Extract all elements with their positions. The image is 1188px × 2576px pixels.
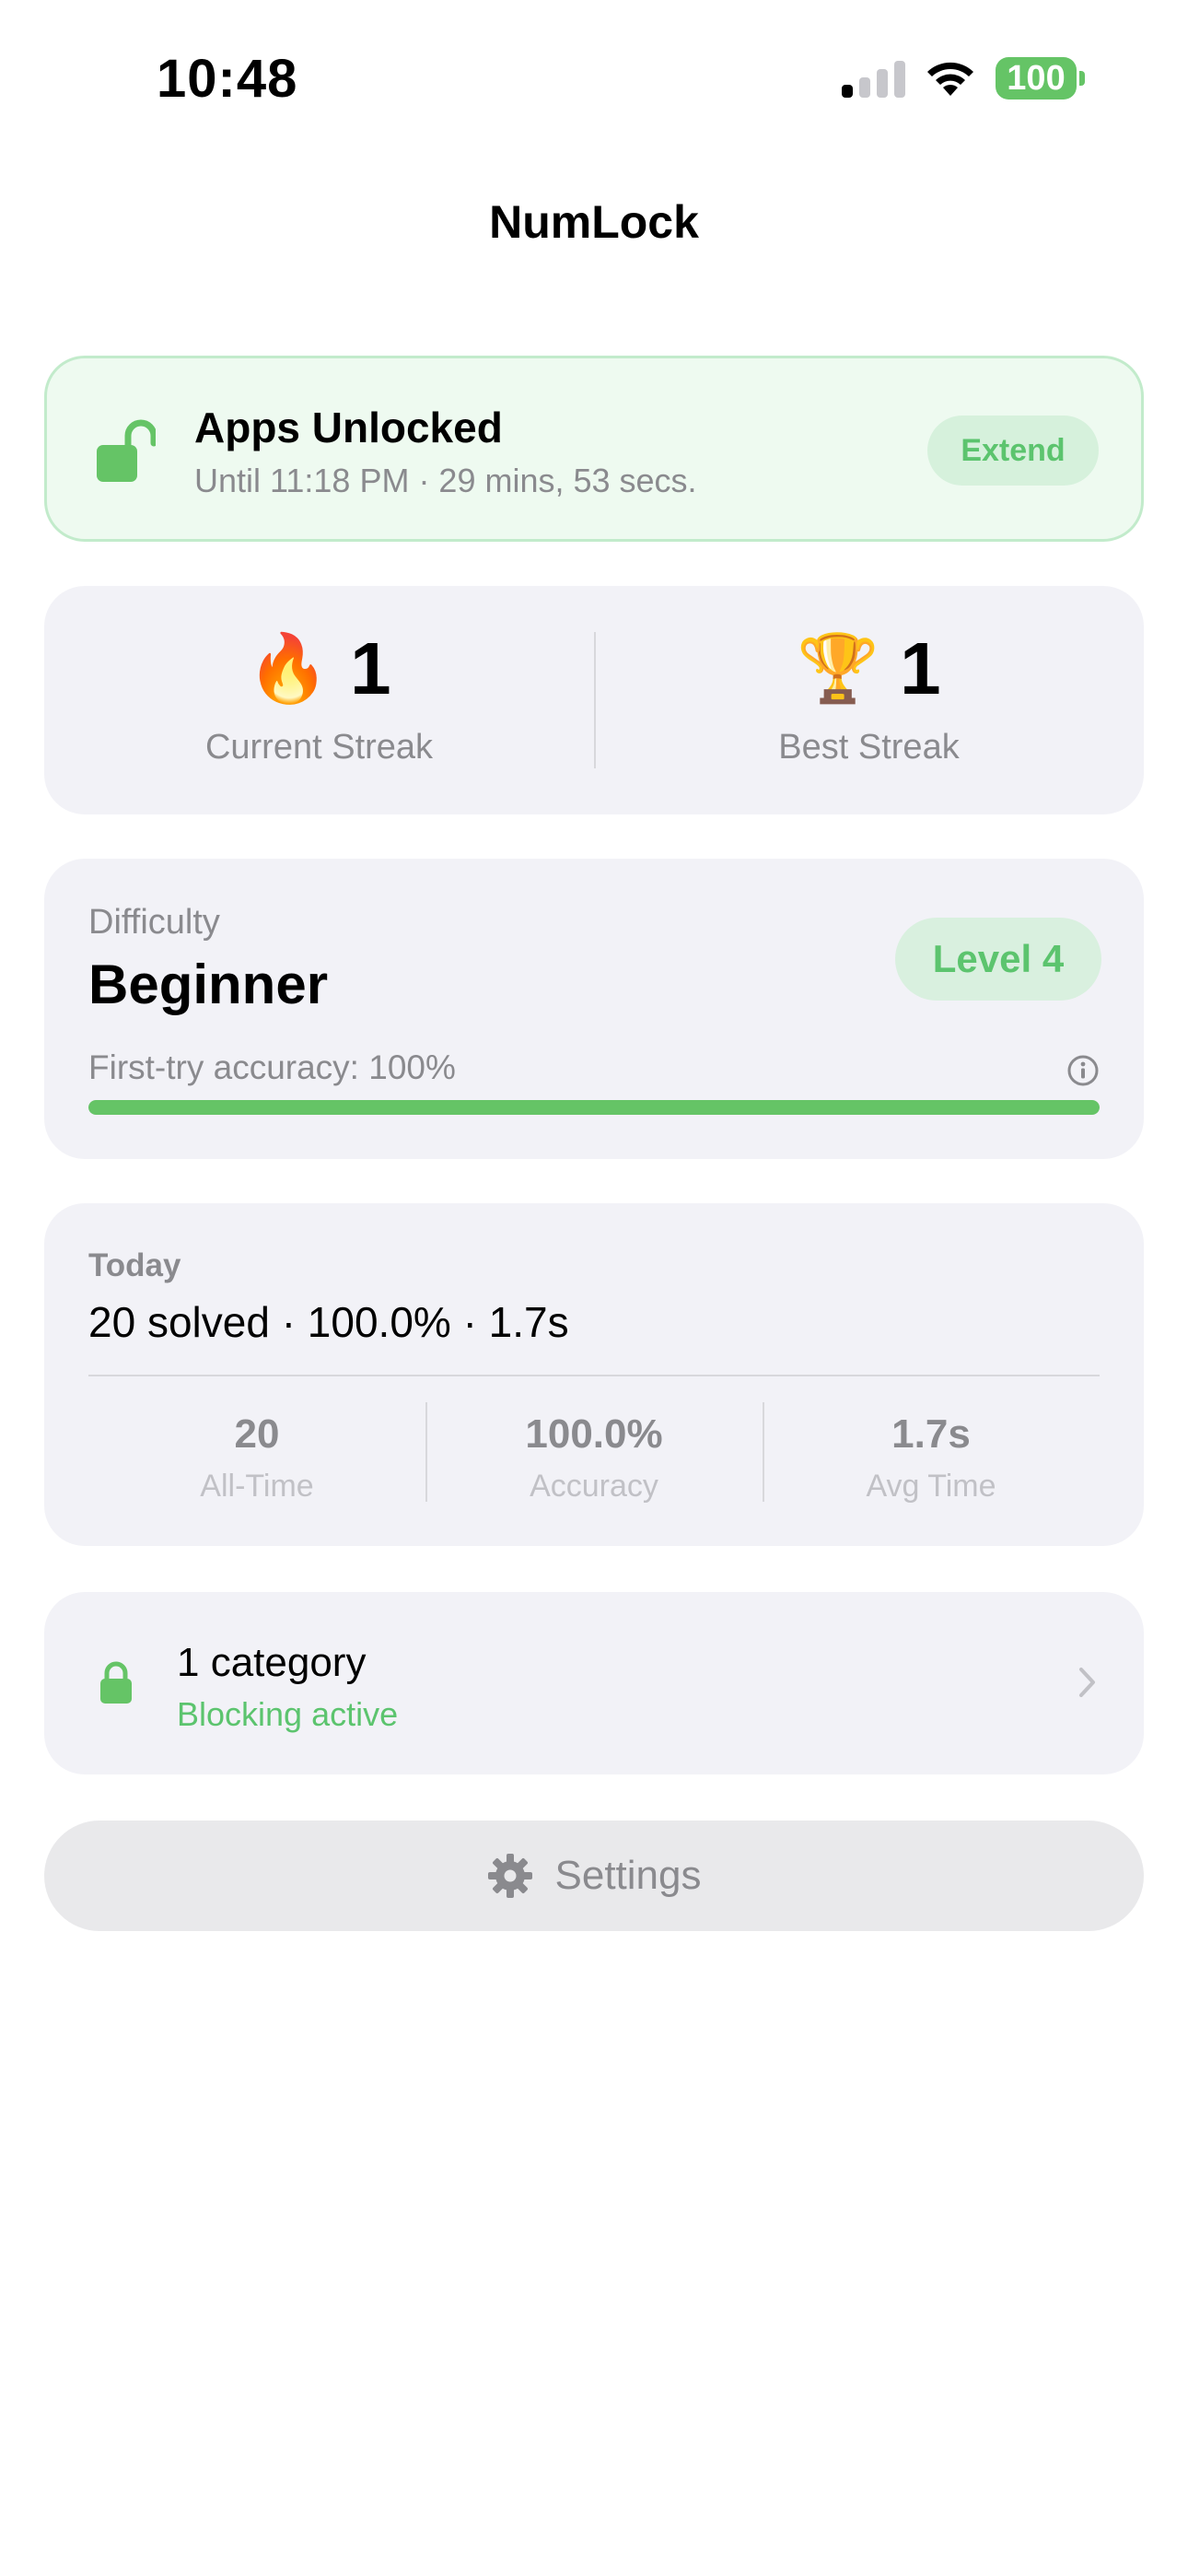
accuracy-progress-bar	[88, 1100, 1100, 1115]
stat-accuracy: 100.0% Accuracy	[425, 1402, 763, 1504]
stat-all-time: 20 All-Time	[88, 1402, 425, 1504]
fire-icon: 🔥	[247, 632, 331, 706]
status-bar: 10:48 100	[0, 0, 1188, 157]
wifi-icon	[927, 62, 973, 96]
today-stats-card: Today 20 solved · 100.0% · 1.7s 20 All-T…	[44, 1203, 1144, 1546]
stat-label: Avg Time	[866, 1469, 996, 1504]
blocked-category-row[interactable]: 1 category Blocking active	[44, 1592, 1144, 1774]
settings-label: Settings	[554, 1853, 702, 1898]
stat-avg-time: 1.7s Avg Time	[763, 1402, 1100, 1504]
category-count: 1 category	[177, 1640, 367, 1685]
best-streak: 🏆 1 Best Streak	[594, 586, 1144, 814]
chevron-right-icon	[1079, 1668, 1095, 1697]
stat-value: 20	[234, 1411, 280, 1457]
unlock-status-card: Apps Unlocked Until 11:18 PM · 29 mins, …	[44, 356, 1144, 542]
cellular-signal-icon	[842, 59, 905, 98]
lock-open-icon	[97, 419, 156, 482]
status-indicators: 100	[842, 57, 1085, 100]
difficulty-label: Difficulty	[88, 903, 220, 942]
unlock-title: Apps Unlocked	[194, 404, 503, 451]
current-streak: 🔥 1 Current Streak	[44, 586, 594, 814]
battery-icon: 100	[996, 57, 1085, 100]
best-streak-label: Best Streak	[778, 728, 960, 767]
settings-button[interactable]: Settings	[44, 1821, 1144, 1931]
stat-value: 1.7s	[891, 1411, 971, 1457]
current-streak-value: 1	[350, 627, 391, 709]
accuracy-progress-fill	[88, 1100, 1100, 1115]
today-label: Today	[88, 1247, 181, 1283]
stat-label: Accuracy	[530, 1469, 658, 1504]
divider	[88, 1375, 1100, 1376]
extend-button[interactable]: Extend	[927, 416, 1099, 486]
info-icon[interactable]	[1066, 1054, 1100, 1087]
difficulty-value: Beginner	[88, 954, 329, 1015]
stat-value: 100.0%	[525, 1411, 663, 1457]
stat-label: All-Time	[200, 1469, 314, 1504]
best-streak-value: 1	[900, 627, 941, 709]
battery-level: 100	[996, 57, 1077, 100]
trophy-icon: 🏆	[797, 632, 880, 706]
page-title: NumLock	[489, 196, 699, 248]
current-streak-label: Current Streak	[204, 728, 434, 767]
unlock-countdown: Until 11:18 PM · 29 mins, 53 secs.	[194, 462, 697, 499]
level-badge: Level 4	[895, 918, 1101, 1001]
stats-row: 20 All-Time 100.0% Accuracy 1.7s Avg Tim…	[88, 1402, 1100, 1504]
accuracy-text: First-try accuracy: 100%	[88, 1048, 456, 1086]
status-time: 10:48	[157, 49, 298, 109]
streak-card: 🔥 1 Current Streak 🏆 1 Best Streak	[44, 586, 1144, 814]
gear-icon	[487, 1854, 532, 1898]
blocking-status: Blocking active	[177, 1695, 399, 1733]
today-summary: 20 solved · 100.0% · 1.7s	[88, 1298, 569, 1346]
difficulty-card[interactable]: Difficulty Beginner Level 4 First-try ac…	[44, 859, 1144, 1159]
lock-icon	[100, 1661, 132, 1704]
